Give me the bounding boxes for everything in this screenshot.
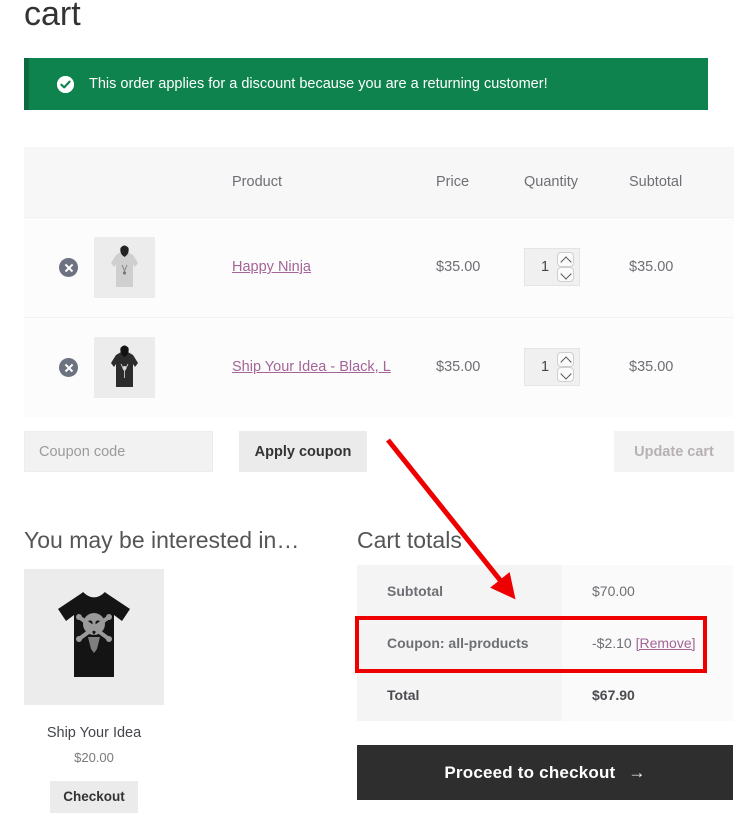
header-thumbnail (94, 147, 232, 217)
cart-table-header-row: Product Price Quantity Subtotal (24, 147, 734, 217)
totals-label-subtotal: Subtotal (357, 565, 562, 617)
quantity-stepper[interactable]: 1 (524, 248, 580, 286)
quantity-decrement-icon[interactable] (557, 367, 574, 383)
quantity-decrement-icon[interactable] (557, 267, 574, 282)
quantity-increment-icon[interactable] (557, 252, 574, 267)
table-row: Ship Your Idea - Black, L $35.00 1 $35.0… (24, 317, 734, 417)
grey-hoodie-thumbnail[interactable] (94, 236, 155, 298)
cell-thumbnail (94, 217, 232, 317)
totals-row-total: Total $67.90 (357, 669, 733, 721)
cell-remove (24, 217, 94, 317)
coupon-code-input[interactable] (24, 431, 213, 472)
page-title: cart (24, 0, 81, 33)
cart-page: cart This order applies for a discount b… (0, 0, 742, 838)
header-subtotal: Subtotal (629, 147, 734, 217)
notice-message: This order applies for a discount becaus… (89, 76, 548, 92)
coupon-discount-amount: -$2.10 (592, 635, 632, 651)
cell-price: $35.00 (436, 259, 481, 275)
check-circle-icon (57, 75, 74, 93)
quantity-value[interactable]: 1 (531, 249, 559, 285)
cell-subtotal: $35.00 (629, 359, 674, 376)
discount-notice-banner: This order applies for a discount becaus… (24, 58, 708, 110)
quantity-value[interactable]: 1 (531, 349, 559, 385)
totals-label-coupon: Coupon: all-products (357, 617, 562, 669)
related-products-heading: You may be interested in… (24, 527, 300, 553)
header-price: Price (436, 147, 524, 217)
cell-product-name: Ship Your Idea - Black, L (232, 317, 436, 417)
remove-coupon-link[interactable]: [Remove] (636, 635, 696, 651)
totals-value-total: $67.90 (562, 669, 733, 721)
cart-totals-heading: Cart totals (357, 527, 462, 553)
cart-totals-table: Subtotal $70.00 Coupon: all-products -$2… (357, 565, 733, 721)
related-product-price: $20.00 (74, 750, 114, 765)
coupon-actions-row: Apply coupon Update cart (24, 431, 734, 472)
cell-product-name: Happy Ninja (232, 217, 436, 317)
arrow-right-icon: → (628, 762, 646, 782)
cell-subtotal: $35.00 (629, 259, 674, 275)
remove-item-icon[interactable] (59, 357, 78, 377)
black-hoodie-thumbnail[interactable] (94, 336, 155, 398)
cell-thumbnail (94, 317, 232, 417)
totals-value-coupon: -$2.10 [Remove] (562, 617, 733, 669)
quantity-stepper[interactable]: 1 (524, 348, 580, 387)
totals-row-coupon: Coupon: all-products -$2.10 [Remove] (357, 617, 733, 669)
black-skull-tshirt[interactable] (24, 569, 164, 705)
table-row: Happy Ninja $35.00 1 $35.00 (24, 217, 734, 317)
totals-label-total: Total (357, 669, 562, 721)
product-link[interactable]: Happy Ninja (232, 259, 311, 275)
cell-remove (24, 317, 94, 417)
related-product-card[interactable]: Ship Your Idea $20.00 Checkout (24, 569, 164, 813)
totals-value-subtotal: $70.00 (562, 565, 733, 617)
product-link[interactable]: Ship Your Idea - Black, L (232, 359, 391, 375)
apply-coupon-button[interactable]: Apply coupon (239, 431, 367, 472)
quantity-increment-icon[interactable] (557, 352, 574, 368)
header-product: Product (232, 147, 436, 217)
remove-item-icon[interactable] (59, 257, 78, 277)
cell-quantity: 1 (524, 317, 629, 417)
proceed-to-checkout-button[interactable]: Proceed to checkout → (357, 745, 733, 800)
checkout-label: Proceed to checkout (444, 762, 616, 782)
cart-items-table: Product Price Quantity Subtotal Happy Ni… (24, 147, 734, 417)
header-quantity: Quantity (524, 147, 629, 217)
cell-quantity: 1 (524, 217, 629, 317)
cell-price: $35.00 (436, 359, 481, 376)
related-product-title[interactable]: Ship Your Idea (24, 725, 164, 741)
header-remove (24, 147, 94, 217)
totals-row-subtotal: Subtotal $70.00 (357, 565, 733, 617)
related-checkout-button[interactable]: Checkout (50, 781, 138, 813)
update-cart-button[interactable]: Update cart (614, 431, 734, 472)
